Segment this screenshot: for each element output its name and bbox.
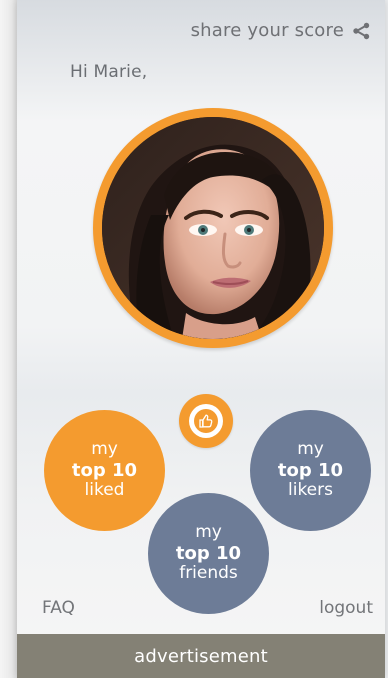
like-icon-container xyxy=(194,409,218,433)
share-score-button[interactable]: share your score xyxy=(191,20,370,41)
share-icon xyxy=(353,22,370,39)
top-10-liked-button[interactable]: my top 10 liked xyxy=(44,410,165,531)
faq-link[interactable]: FAQ xyxy=(42,598,75,618)
share-score-label: share your score xyxy=(190,20,344,41)
likers-line-3: likers xyxy=(288,480,333,501)
top-10-likers-button[interactable]: my top 10 likers xyxy=(250,410,371,531)
liked-line-3: liked xyxy=(84,480,125,501)
friends-line-1: my xyxy=(195,522,222,543)
liked-line-2: top 10 xyxy=(71,459,138,481)
left-gutter xyxy=(0,0,17,678)
likers-line-1: my xyxy=(297,439,324,460)
like-badge xyxy=(179,394,233,448)
profile-photo-illustration xyxy=(102,117,324,339)
profile-photo-ring xyxy=(93,108,333,348)
advertisement-bar: advertisement xyxy=(17,634,385,678)
friends-line-3: friends xyxy=(179,563,238,584)
like-badge-inner xyxy=(189,404,223,438)
friends-line-2: top 10 xyxy=(175,542,242,564)
profile-photo xyxy=(102,117,324,339)
logout-link[interactable]: logout xyxy=(319,598,373,618)
likers-line-2: top 10 xyxy=(277,459,344,481)
advertisement-label: advertisement xyxy=(134,645,268,667)
phone-screen: share your score Hi Marie, my top 10 lik… xyxy=(17,0,385,678)
thumbs-up-icon xyxy=(199,414,213,428)
top-10-friends-button[interactable]: my top 10 friends xyxy=(148,493,269,614)
liked-line-1: my xyxy=(91,439,118,460)
greeting-text: Hi Marie, xyxy=(70,62,148,82)
app-stage: share your score Hi Marie, my top 10 lik… xyxy=(0,0,388,678)
